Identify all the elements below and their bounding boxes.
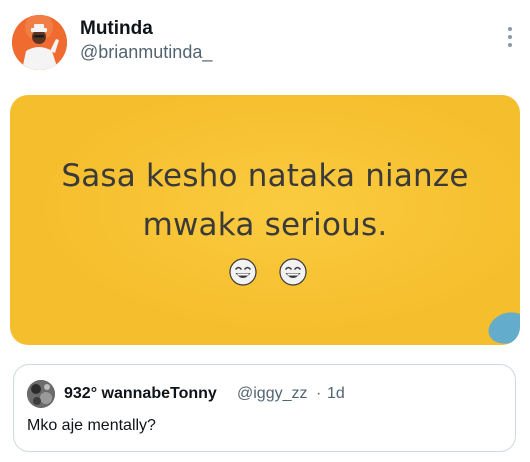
- quoted-author-name[interactable]: 932° wannabeTonny: [64, 384, 217, 404]
- media-text-line-2: mwaka serious.: [142, 207, 388, 243]
- quoted-avatar-image: [27, 380, 55, 408]
- quoted-tweet-text: Mko aje mentally?: [27, 417, 156, 434]
- quoted-timestamp[interactable]: 1d: [327, 384, 345, 404]
- meta-separator: ·: [316, 385, 322, 402]
- avatar-image: [12, 15, 67, 70]
- quoted-author-handle[interactable]: @iggy_zz: [237, 384, 308, 404]
- grinning-face-icon: [279, 258, 307, 286]
- more-vertical-icon: [508, 27, 512, 47]
- author-handle[interactable]: @brianmutinda_: [80, 41, 212, 63]
- tweet-media-image[interactable]: Sasa kesho nataka nianze mwaka serious.: [10, 95, 520, 345]
- quoted-tweet-card[interactable]: 932° wannabeTonny @iggy_zz · 1d Mko aje …: [13, 364, 516, 452]
- media-text-line-1: Sasa kesho nataka nianze: [61, 158, 469, 194]
- author-name[interactable]: Mutinda: [80, 18, 153, 40]
- author-avatar[interactable]: [12, 15, 67, 70]
- more-options-button[interactable]: [497, 20, 523, 54]
- tweet-page: Mutinda @brianmutinda_ Sasa kesho nataka…: [0, 0, 530, 462]
- quoted-author-avatar[interactable]: [27, 380, 55, 408]
- emoji-row: [229, 258, 307, 286]
- grinning-face-icon: [229, 258, 257, 286]
